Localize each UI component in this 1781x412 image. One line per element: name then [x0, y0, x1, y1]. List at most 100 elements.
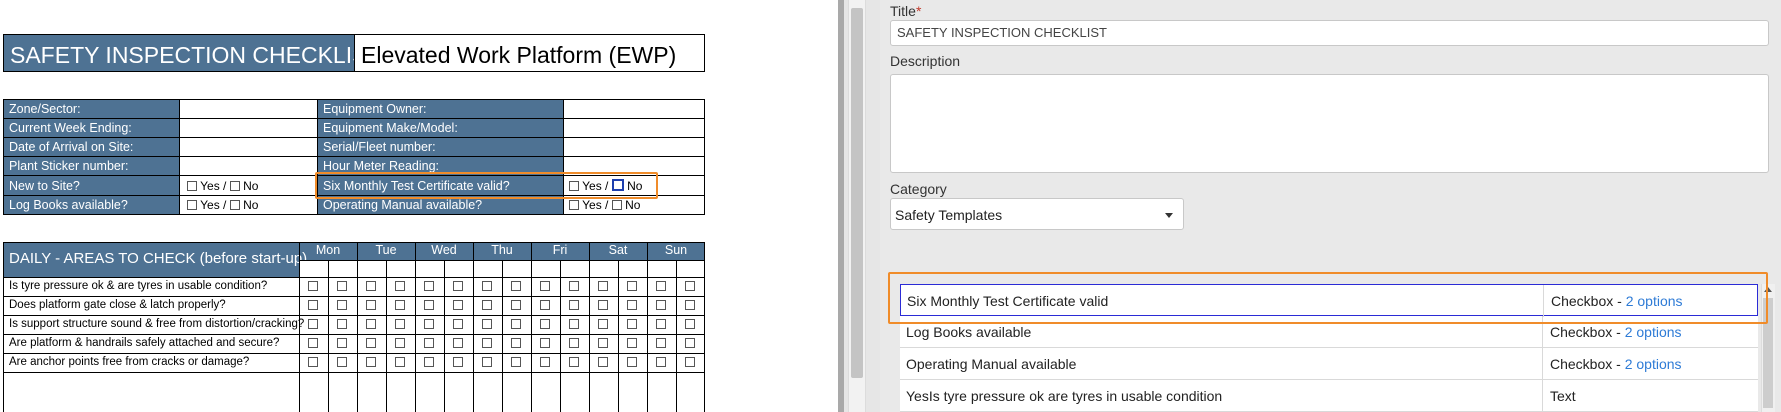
checkbox[interactable] [685, 357, 695, 367]
checkbox[interactable] [424, 319, 434, 329]
checkbox[interactable] [482, 338, 492, 348]
check-item: Is tyre pressure ok & are tyres in usabl… [9, 280, 268, 292]
checkbox[interactable] [598, 281, 608, 291]
checkbox[interactable] [337, 319, 347, 329]
checkbox[interactable] [656, 319, 666, 329]
checkbox[interactable] [627, 281, 637, 291]
checkbox[interactable] [395, 319, 405, 329]
checkbox[interactable] [685, 338, 695, 348]
field-name: Operating Manual available [906, 356, 1077, 372]
field-row[interactable]: YesIs tyre pressure ok are tyres in usab… [900, 380, 1758, 412]
checkbox[interactable] [656, 357, 666, 367]
checkbox[interactable] [453, 281, 463, 291]
checkbox[interactable] [395, 357, 405, 367]
checkbox[interactable] [627, 357, 637, 367]
checkbox[interactable] [395, 281, 405, 291]
checkbox[interactable] [540, 357, 550, 367]
checkbox[interactable] [627, 319, 637, 329]
checkbox[interactable] [308, 319, 318, 329]
info-label: Plant Sticker number: [9, 159, 129, 173]
checkbox[interactable] [627, 300, 637, 310]
checkbox[interactable] [540, 338, 550, 348]
checkbox[interactable] [424, 281, 434, 291]
checkbox[interactable] [308, 281, 318, 291]
checkbox[interactable] [453, 357, 463, 367]
checkbox[interactable] [424, 357, 434, 367]
title-label: Title* [890, 3, 922, 19]
checkbox[interactable] [656, 281, 666, 291]
checkbox[interactable] [187, 200, 197, 210]
checkbox[interactable] [366, 281, 376, 291]
check-item: Are platform & handrails safely attached… [9, 337, 280, 349]
checkbox[interactable] [482, 300, 492, 310]
checkbox[interactable] [337, 281, 347, 291]
checkbox[interactable] [366, 338, 376, 348]
daily-checks-table: DAILY - AREAS TO CHECK (before start-up)… [3, 242, 705, 412]
checkbox[interactable] [366, 319, 376, 329]
checkbox[interactable] [569, 281, 579, 291]
checkbox[interactable] [187, 181, 197, 191]
yes-no-field: Yes / No [187, 198, 258, 212]
checkbox[interactable] [511, 357, 521, 367]
checkbox[interactable] [511, 281, 521, 291]
checkbox[interactable] [482, 281, 492, 291]
category-label: Category [890, 181, 947, 197]
checkbox[interactable] [229, 200, 240, 210]
checkbox[interactable] [482, 357, 492, 367]
checkbox[interactable] [482, 319, 492, 329]
info-label: Equipment Owner: [323, 102, 427, 116]
checkbox[interactable] [337, 357, 347, 367]
day-header: Mon [315, 243, 341, 257]
day-header: Thu [491, 243, 513, 257]
checkbox[interactable] [308, 300, 318, 310]
checkbox[interactable] [395, 300, 405, 310]
field-type: Checkbox - 2 options [1550, 356, 1682, 372]
options-link[interactable]: 2 options [1625, 356, 1682, 372]
field-row[interactable]: Operating Manual available Checkbox - 2 … [900, 348, 1758, 380]
checkbox[interactable] [627, 338, 637, 348]
checkbox[interactable] [569, 200, 579, 210]
options-link[interactable]: 2 options [1625, 324, 1682, 340]
checkbox[interactable] [337, 300, 347, 310]
checkbox[interactable] [685, 300, 695, 310]
checkbox[interactable] [424, 300, 434, 310]
checkbox[interactable] [611, 200, 622, 210]
checkbox[interactable] [453, 300, 463, 310]
checkbox[interactable] [308, 357, 318, 367]
checkbox[interactable] [453, 319, 463, 329]
checkbox[interactable] [598, 338, 608, 348]
checkbox[interactable] [540, 319, 550, 329]
checkbox[interactable] [395, 338, 405, 348]
checkbox[interactable] [511, 338, 521, 348]
checkbox[interactable] [569, 319, 579, 329]
title-input[interactable]: SAFETY INSPECTION CHECKLIST [890, 20, 1769, 46]
checkbox[interactable] [569, 300, 579, 310]
checkbox[interactable] [424, 338, 434, 348]
checkbox[interactable] [598, 319, 608, 329]
checkbox[interactable] [540, 300, 550, 310]
checkbox[interactable] [511, 300, 521, 310]
description-textarea[interactable] [890, 74, 1769, 173]
checkbox[interactable] [569, 357, 579, 367]
checkbox[interactable] [656, 300, 666, 310]
checkbox[interactable] [366, 357, 376, 367]
checkbox[interactable] [229, 181, 240, 191]
checkbox[interactable] [685, 319, 695, 329]
checkbox[interactable] [453, 338, 463, 348]
checkbox[interactable] [337, 338, 347, 348]
splitter-handle[interactable] [838, 0, 844, 412]
category-select[interactable]: Safety Templates [890, 198, 1184, 230]
checkbox[interactable] [569, 338, 579, 348]
field-type: Text [1550, 388, 1576, 404]
checkbox[interactable] [308, 338, 318, 348]
checkbox[interactable] [656, 338, 666, 348]
checkbox[interactable] [540, 281, 550, 291]
field-name: YesIs tyre pressure ok are tyres in usab… [906, 388, 1223, 404]
check-item: Are anchor points free from cracks or da… [9, 356, 250, 368]
checkbox[interactable] [598, 357, 608, 367]
checkbox[interactable] [598, 300, 608, 310]
checkbox[interactable] [511, 319, 521, 329]
document-scrollbar-thumb[interactable] [851, 8, 863, 378]
checkbox[interactable] [685, 281, 695, 291]
checkbox[interactable] [366, 300, 376, 310]
